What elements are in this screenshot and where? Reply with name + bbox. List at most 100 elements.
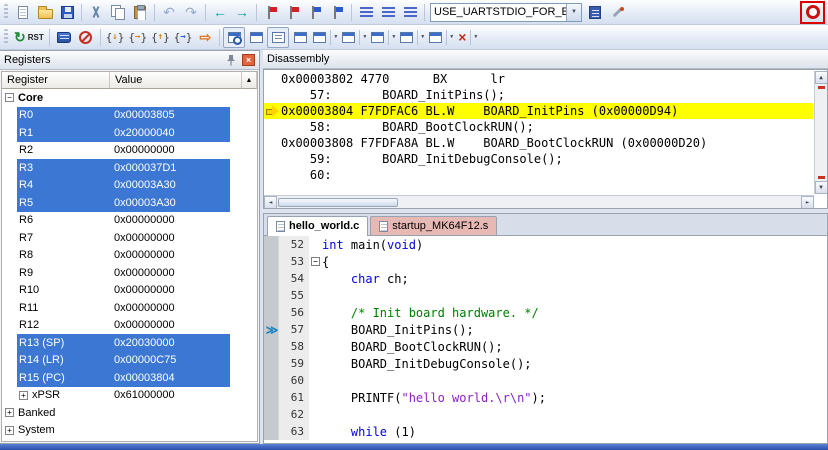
register-row-R14LR[interactable]: R14 (LR)0x00000C75 (2, 352, 230, 370)
comment-block-button[interactable] (399, 2, 421, 23)
code-line[interactable]: 63 while (1) (264, 423, 827, 440)
code-editor[interactable]: 52int main(void)53−{54 char ch;5556 /* I… (264, 236, 827, 443)
code-line[interactable]: 54 char ch; (264, 270, 827, 287)
register-row-R5[interactable]: R50x00003A30 (2, 194, 230, 212)
register-row-R10[interactable]: R100x00000000 (2, 282, 230, 300)
highlighted-red-circle-tool-button[interactable] (800, 1, 825, 24)
register-row-Banked[interactable]: +Banked (2, 404, 230, 422)
output-window-button[interactable] (267, 27, 289, 48)
register-row-R8[interactable]: R80x00000000 (2, 247, 230, 265)
disassembly-line[interactable]: 59: BOARD_InitDebugConsole(); (264, 151, 813, 167)
project-options-button[interactable] (584, 2, 606, 23)
undo-button[interactable]: ↶ (158, 2, 180, 23)
step-out-button[interactable]: {↑} (149, 27, 172, 48)
cut-button[interactable] (85, 2, 107, 23)
scroll-down-icon[interactable]: ▼ (815, 181, 828, 194)
symbol-window-button[interactable] (289, 27, 311, 48)
shift-right-button[interactable] (377, 2, 399, 23)
register-row-R7[interactable]: R70x00000000 (2, 229, 230, 247)
register-row-xPSR[interactable]: +xPSR0x61000000 (2, 387, 230, 405)
code-line[interactable]: 53−{ (264, 253, 827, 270)
code-line[interactable]: 58 BOARD_BootClockRUN(); (264, 338, 827, 355)
watch-window-dropdown-icon[interactable]: ▼ (359, 30, 367, 45)
step-instruction-button[interactable]: {→} (172, 27, 195, 48)
register-row-R4[interactable]: R40x00003A30 (2, 177, 230, 195)
open-file-button[interactable] (34, 2, 56, 23)
tree-plus-icon[interactable]: + (5, 408, 14, 417)
register-row-R12[interactable]: R120x00000000 (2, 317, 230, 335)
disassembly-line[interactable]: 58: BOARD_BootClockRUN(); (264, 119, 813, 135)
help-book-button[interactable] (53, 27, 75, 48)
toolbar-grip[interactable] (4, 4, 8, 20)
code-line[interactable]: 52int main(void) (264, 236, 827, 253)
register-window-button[interactable]: ▼ (369, 27, 398, 48)
register-row-System[interactable]: +System (2, 422, 230, 440)
toolbar-grip[interactable] (4, 29, 8, 45)
disassembly-line[interactable]: 0x00003808 F7FDFA8A BL.W BOARD_BootClock… (264, 135, 813, 151)
fold-collapse-icon[interactable]: − (311, 257, 320, 266)
peripheral-window-button[interactable]: ▼ (398, 27, 427, 48)
disassembly-line[interactable]: 57: BOARD_InitPins(); (264, 87, 813, 103)
step-into-button[interactable]: {↓} (104, 27, 127, 48)
register-window-dropdown-icon[interactable]: ▼ (388, 30, 396, 45)
register-row-R6[interactable]: R60x00000000 (2, 212, 230, 230)
close-panel-button[interactable]: × (242, 54, 255, 66)
code-line[interactable]: ≫57 BOARD_InitPins(); (264, 321, 827, 338)
navigate-back-button[interactable]: ← (209, 2, 231, 23)
register-row-R2[interactable]: R20x00000000 (2, 142, 230, 160)
disassembly-line[interactable]: 0x00003804 F7FDFAC6 BL.W BOARD_InitPins … (264, 103, 813, 119)
disable-breakpoint-button[interactable] (326, 2, 348, 23)
shift-left-button[interactable] (355, 2, 377, 23)
build-config-combo[interactable]: USE_UARTSTDIO_FOR_EF▼ (430, 3, 582, 22)
register-row-R9[interactable]: R90x00000000 (2, 264, 230, 282)
code-line[interactable]: 60 (264, 372, 827, 389)
remove-breakpoint-button[interactable] (282, 2, 304, 23)
redo-button[interactable]: ↷ (180, 2, 202, 23)
editor-tab-startup_MK64F12.s[interactable]: startup_MK64F12.s (370, 216, 497, 235)
memory-window-dropdown-icon[interactable]: ▼ (330, 30, 338, 45)
trace-window-button[interactable]: ▼ (427, 27, 456, 48)
new-file-button[interactable] (12, 2, 34, 23)
disassembly-vertical-scrollbar[interactable]: ▲ ▼ (814, 71, 827, 194)
tree-plus-icon[interactable]: + (19, 391, 28, 400)
tree-minus-icon[interactable]: − (5, 93, 14, 102)
tree-plus-icon[interactable]: + (5, 426, 14, 435)
save-file-button[interactable] (56, 2, 78, 23)
insert-breakpoint-button[interactable] (260, 2, 282, 23)
watch-window-button[interactable]: ▼ (340, 27, 369, 48)
run-to-cursor-button[interactable]: ⇨ (194, 27, 216, 48)
disassembly-window-button[interactable] (223, 27, 245, 48)
scrollbar-thumb[interactable] (278, 198, 398, 207)
disassembly-horizontal-scrollbar[interactable]: ◄ ► (264, 195, 814, 208)
pin-icon[interactable] (224, 53, 238, 67)
build-config-dropdown-icon[interactable]: ▼ (566, 4, 581, 21)
paste-button[interactable] (129, 2, 151, 23)
code-line[interactable]: 62 (264, 406, 827, 423)
stop-debugging-button[interactable] (75, 27, 97, 48)
reset-target-button[interactable]: ↻RST (12, 27, 46, 48)
code-line[interactable]: 61 PRINTF("hello world.\r\n"); (264, 389, 827, 406)
configure-tools-button[interactable] (606, 2, 628, 23)
analysis-tools-button[interactable]: ×▼ (456, 27, 480, 48)
trace-window-dropdown-icon[interactable]: ▼ (446, 30, 454, 45)
memory-window-button[interactable]: ▼ (311, 27, 340, 48)
register-row-R11[interactable]: R110x00000000 (2, 299, 230, 317)
disassembly-line[interactable]: 0x00003802 4770 BX lr (264, 71, 813, 87)
disassembly-view[interactable]: 0x00003802 4770 BX lr 57: BOARD_InitPins… (263, 69, 828, 209)
enable-breakpoint-button[interactable] (304, 2, 326, 23)
register-row-R3[interactable]: R30x000037D1 (2, 159, 230, 177)
register-row-R0[interactable]: R00x00003805 (2, 107, 230, 125)
scroll-left-icon[interactable]: ◄ (264, 196, 277, 209)
register-row-R15PC[interactable]: R15 (PC)0x00003804 (2, 369, 230, 387)
column-header-value[interactable]: Value (110, 72, 242, 89)
source-window-button[interactable] (245, 27, 267, 48)
peripheral-window-dropdown-icon[interactable]: ▼ (417, 30, 425, 45)
disassembly-line[interactable]: 60: (264, 167, 813, 183)
code-line[interactable]: 56 /* Init board hardware. */ (264, 304, 827, 321)
navigate-forward-button[interactable]: → (231, 2, 253, 23)
register-row-R13SP[interactable]: R13 (SP)0x20030000 (2, 334, 230, 352)
register-row-Core[interactable]: −Core (2, 89, 230, 107)
scroll-up-icon[interactable]: ▲ (815, 71, 828, 84)
code-line[interactable]: 55 (264, 287, 827, 304)
code-line[interactable]: 59 BOARD_InitDebugConsole(); (264, 355, 827, 372)
